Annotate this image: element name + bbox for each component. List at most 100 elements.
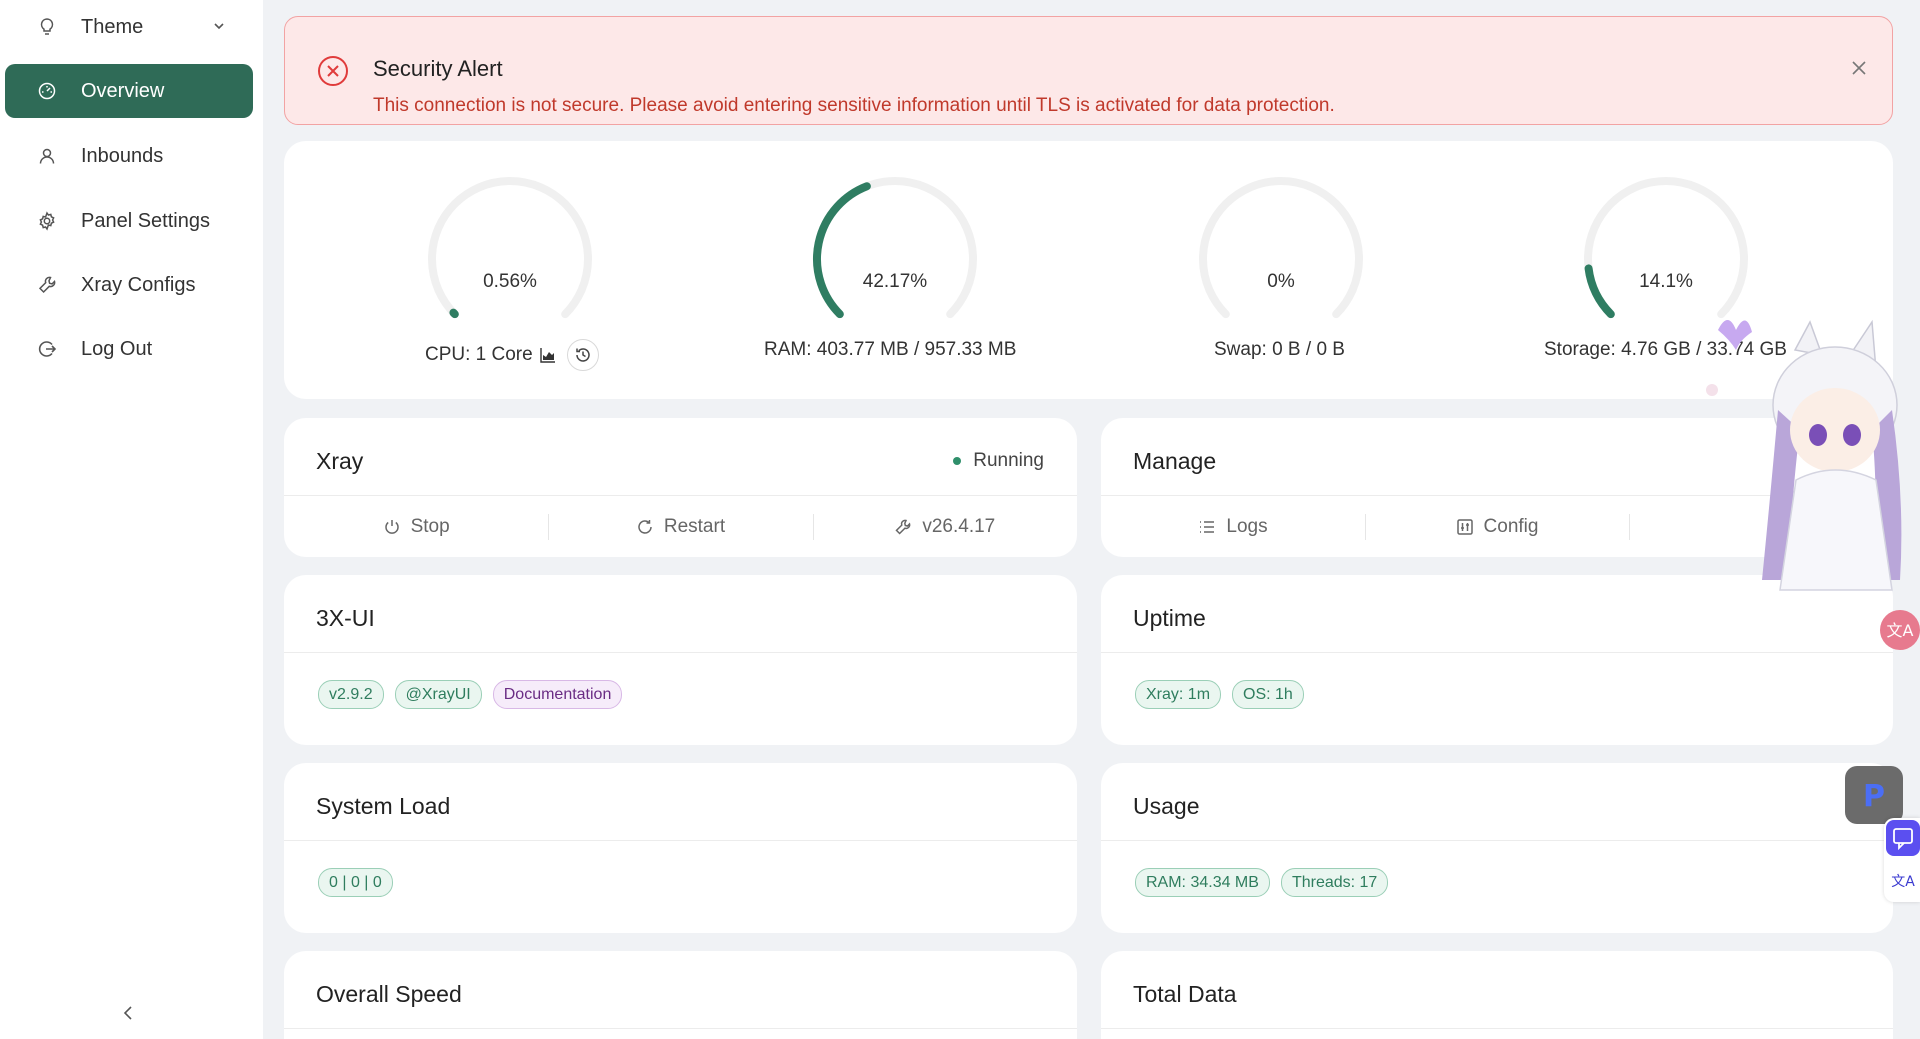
swap-value: 0% <box>1267 271 1295 292</box>
divider <box>284 652 1077 653</box>
panel-title: 3X-UI <box>316 605 375 631</box>
gear-icon <box>35 209 59 233</box>
status-text: Running <box>973 450 1044 471</box>
power-icon <box>384 520 399 534</box>
divider <box>284 840 1077 841</box>
system-stats-card: 0.56% CPU: 1 Core 42.17% RAM: 403.77 MB … <box>284 141 1893 399</box>
documentation-tag[interactable]: Documentation <box>492 680 623 709</box>
wrench-icon <box>35 273 59 297</box>
xray-card: Xray Running Stop Restart v26.4.17 <box>284 418 1077 557</box>
system-load-card: System Load 0 | 0 | 0 <box>284 763 1077 933</box>
sidebar: Theme Overview Inbounds Panel Settings X… <box>0 0 263 1039</box>
sidebar-item-label: Log Out <box>81 337 153 360</box>
stop-label: Stop <box>410 516 450 537</box>
overall-speed-card: Overall Speed <box>284 951 1077 1039</box>
sidebar-item-theme[interactable]: Theme <box>5 0 253 54</box>
user-icon <box>35 144 59 168</box>
gauge-track <box>1199 176 1363 319</box>
version-tag[interactable]: v2.9.2 <box>318 680 384 709</box>
usage-tags: RAM: 34.34 MB Threads: 17 <box>1135 868 1389 897</box>
logs-button[interactable]: Logs <box>1101 496 1365 558</box>
sidebar-item-label: Theme <box>81 15 144 38</box>
gauge-track <box>1584 176 1748 319</box>
cpu-caption: CPU: 1 Core <box>425 344 533 365</box>
panel-info-card: 3X-UI v2.9.2 @XrayUI Documentation <box>284 575 1077 745</box>
handle-tag[interactable]: @XrayUI <box>394 680 482 709</box>
swap-caption: Swap: 0 B / 0 B <box>1214 339 1345 360</box>
sidebar-item-overview[interactable]: Overview <box>5 64 253 118</box>
logout-icon <box>35 337 59 361</box>
logs-label: Logs <box>1226 516 1268 537</box>
security-alert: Security Alert This connection is not se… <box>284 16 1893 125</box>
sidebar-item-label: Inbounds <box>81 144 164 167</box>
sidebar-item-label: Xray Configs <box>81 273 196 296</box>
chat-icon <box>1893 828 1913 851</box>
xray-uptime-tag: Xray: 1m <box>1135 680 1222 709</box>
system-load-title: System Load <box>316 793 451 819</box>
translate-icon: 文A <box>1887 621 1914 640</box>
ram-gauge: 42.17% <box>805 169 985 349</box>
config-label: Config <box>1483 516 1539 537</box>
manage-title: Manage <box>1133 448 1217 474</box>
sidebar-item-label: Panel Settings <box>81 209 210 232</box>
restart-label: Restart <box>663 516 726 537</box>
area-chart-icon[interactable] <box>539 346 557 364</box>
svg-text:文A: 文A <box>1887 621 1914 640</box>
side-toolbar: 文A <box>1884 818 1920 902</box>
sidebar-item-xray-configs[interactable]: Xray Configs <box>5 258 253 312</box>
usage-card: Usage RAM: 34.34 MB Threads: 17 <box>1101 763 1893 933</box>
xray-actions: Stop Restart v26.4.17 <box>284 496 1077 558</box>
os-uptime-tag: OS: 1h <box>1232 680 1304 709</box>
svg-text:文A: 文A <box>1891 874 1915 890</box>
p-logo-icon: P <box>1863 779 1885 814</box>
collapse-sidebar-icon[interactable] <box>118 1003 138 1023</box>
ram-caption: RAM: 403.77 MB / 957.33 MB <box>764 339 1017 360</box>
alert-message: This connection is not secure. Please av… <box>373 95 1335 116</box>
toolbar-chat-button[interactable] <box>1886 820 1920 856</box>
dashboard-icon <box>35 79 59 103</box>
toolbar-translate-button[interactable]: 文A <box>1886 862 1920 898</box>
error-circle-icon <box>318 56 348 86</box>
list-icon <box>1200 521 1215 533</box>
total-data-card: Total Data <box>1101 951 1893 1039</box>
total-data-title: Total Data <box>1133 981 1237 1007</box>
sidebar-item-inbounds[interactable]: Inbounds <box>5 129 253 183</box>
divider <box>1101 652 1893 653</box>
cpu-caption-row: CPU: 1 Core <box>425 339 599 371</box>
history-button[interactable] <box>566 339 599 371</box>
restart-button[interactable]: Restart <box>548 496 812 558</box>
close-icon[interactable] <box>1850 59 1868 77</box>
xray-status: Running <box>953 450 1044 472</box>
chevron-down-icon <box>214 23 224 30</box>
cpu-gauge: 0.56% <box>420 169 600 349</box>
reload-icon <box>638 520 652 534</box>
stop-button[interactable]: Stop <box>284 496 548 558</box>
gauge-fill <box>449 308 459 319</box>
bulb-icon <box>35 15 59 39</box>
status-dot <box>953 457 962 465</box>
config-button[interactable]: Config <box>1365 496 1629 558</box>
ram-usage-tag: RAM: 34.34 MB <box>1135 868 1270 897</box>
tool-icon <box>895 519 911 535</box>
divider <box>1101 840 1893 841</box>
svg-text:P: P <box>1863 779 1885 814</box>
storage-value: 14.1% <box>1639 271 1693 292</box>
threads-tag: Threads: 17 <box>1280 868 1389 897</box>
translate-widget[interactable]: 文A <box>1880 610 1920 650</box>
sidebar-item-panel-settings[interactable]: Panel Settings <box>5 194 253 248</box>
system-load-tags: 0 | 0 | 0 <box>318 868 393 897</box>
usage-title: Usage <box>1133 793 1200 819</box>
uptime-title: Uptime <box>1133 605 1206 631</box>
divider <box>1101 1028 1893 1029</box>
xray-title: Xray <box>316 448 364 474</box>
gauge-track <box>428 176 592 319</box>
load-average-tag: 0 | 0 | 0 <box>318 868 393 897</box>
cpu-value: 0.56% <box>483 271 537 292</box>
sidebar-item-log-out[interactable]: Log Out <box>5 322 253 376</box>
extension-p-button[interactable]: P <box>1845 766 1903 824</box>
version-label: v26.4.17 <box>922 516 996 537</box>
ram-value: 42.17% <box>862 271 928 292</box>
panel-tags: v2.9.2 @XrayUI Documentation <box>318 680 623 709</box>
version-button[interactable]: v26.4.17 <box>812 496 1077 558</box>
history-icon <box>575 348 590 362</box>
